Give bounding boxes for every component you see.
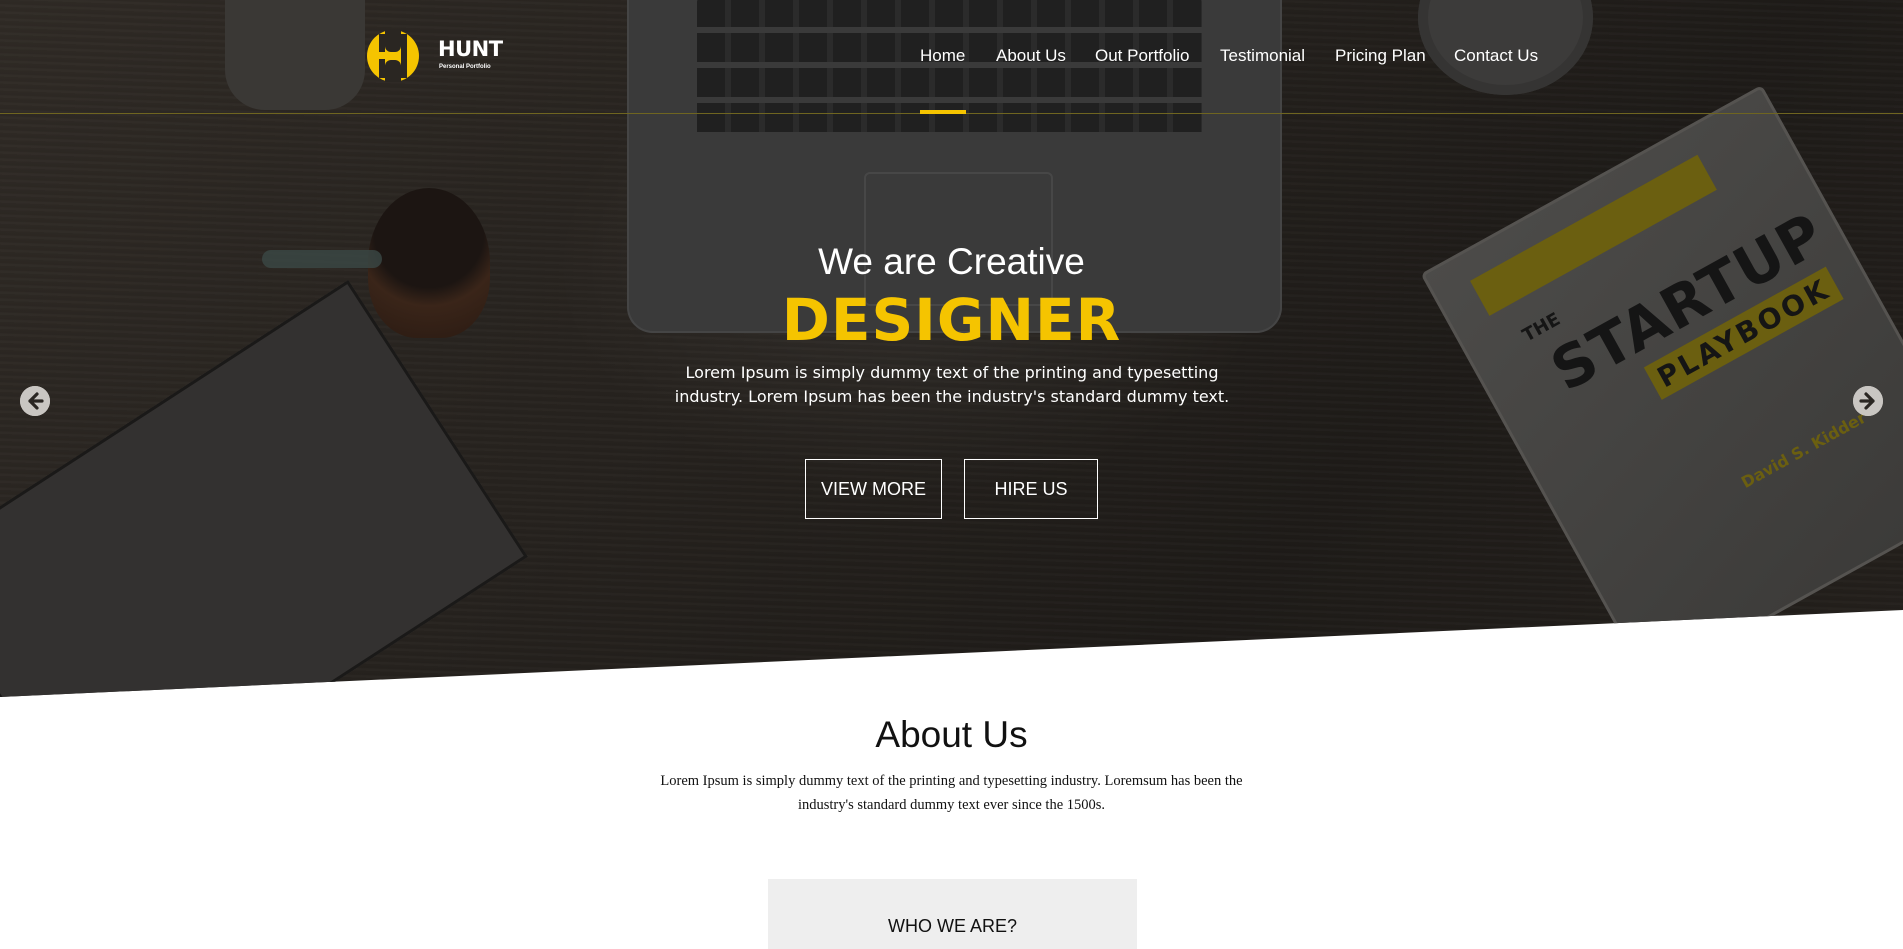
view-more-button[interactable]: VIEW MORE	[805, 459, 942, 519]
slider-next-button[interactable]	[1853, 386, 1883, 416]
nav-item-about-us[interactable]: About Us	[996, 46, 1066, 66]
main-nav: Home About Us Out Portfolio Testimonial …	[0, 46, 1903, 70]
site-header: HUNT Personal Portfolio Home About Us Ou…	[0, 0, 1903, 114]
nav-item-testimonial[interactable]: Testimonial	[1220, 46, 1305, 66]
about-description: Lorem Ipsum is simply dummy text of the …	[660, 773, 1243, 813]
nav-item-home[interactable]: Home	[920, 46, 965, 66]
who-we-are-title: WHO WE ARE?	[887, 916, 1017, 936]
hero-description: Lorem Ipsum is simply dummy text of the …	[674, 363, 1230, 406]
nav-item-contact-us[interactable]: Contact Us	[1454, 46, 1538, 66]
slider-prev-button[interactable]	[20, 386, 50, 416]
about-title: About Us	[875, 714, 1028, 755]
arrow-left-circle-icon	[20, 386, 50, 416]
background-book: THE STARTUP PLAYBOOK David S. Kidder	[1420, 84, 1903, 686]
hire-us-button[interactable]: HIRE US	[964, 459, 1098, 519]
arrow-right-circle-icon	[1853, 386, 1883, 416]
nav-active-indicator	[920, 110, 966, 114]
hero-title: DESIGNER	[781, 286, 1122, 354]
nav-item-portfolio[interactable]: Out Portfolio	[1095, 46, 1190, 66]
who-we-are-card: WHO WE ARE?	[768, 879, 1137, 949]
book-author-text: David S. Kidder	[1737, 407, 1870, 492]
nav-item-pricing-plan[interactable]: Pricing Plan	[1335, 46, 1426, 66]
hero-kicker: We are Creative	[818, 241, 1085, 282]
